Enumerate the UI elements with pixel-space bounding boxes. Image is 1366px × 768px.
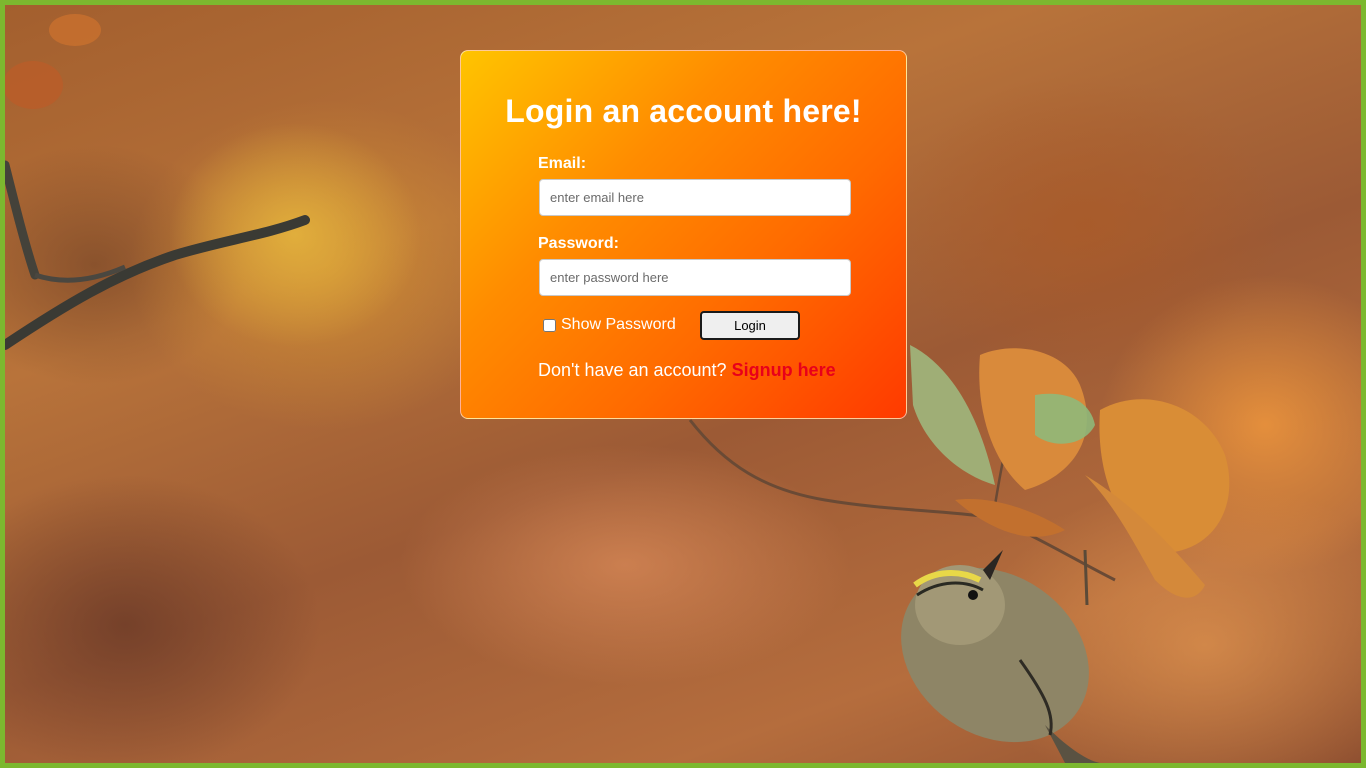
show-password-checkbox[interactable]: [543, 318, 556, 332]
signup-prompt-line: Don't have an account? Signup here: [538, 360, 836, 381]
password-label: Password:: [538, 235, 619, 252]
show-password-label: Show Password: [561, 316, 676, 333]
signup-link[interactable]: Signup here: [732, 360, 836, 380]
login-card: Login an account here! Email: Password: …: [460, 50, 907, 419]
login-button[interactable]: Login: [700, 311, 800, 340]
show-password-toggle: Show Password: [543, 316, 676, 334]
signup-prompt-text: Don't have an account?: [538, 360, 732, 380]
password-input[interactable]: [539, 259, 851, 296]
email-label: Email:: [538, 155, 587, 172]
page-frame: Login an account here! Email: Password: …: [5, 5, 1361, 763]
login-title: Login an account here!: [505, 93, 862, 129]
email-input[interactable]: [539, 179, 851, 216]
